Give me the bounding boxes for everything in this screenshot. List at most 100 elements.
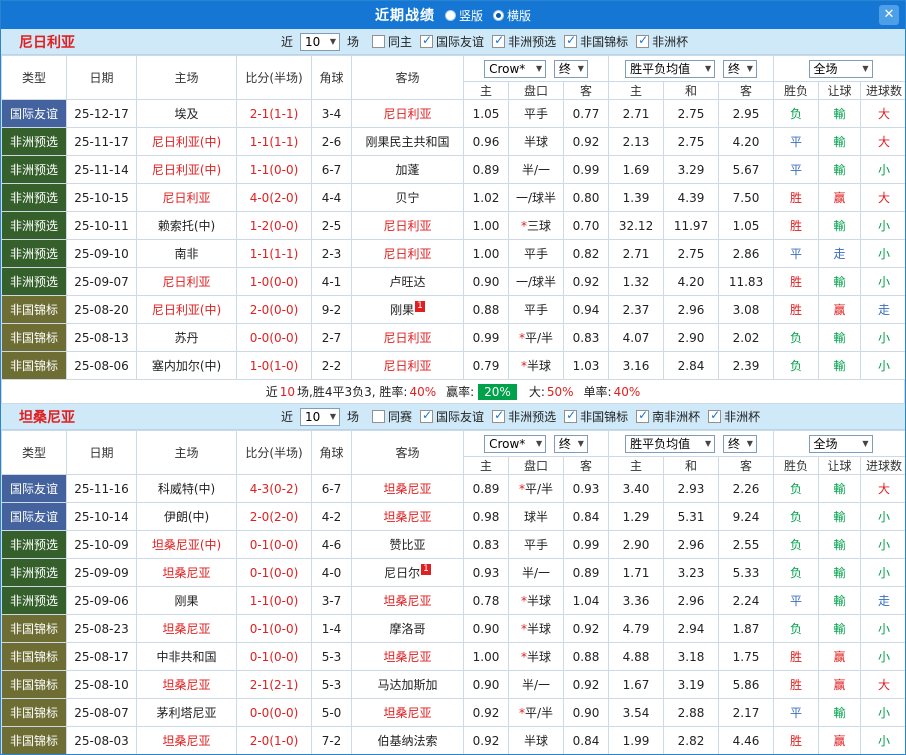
odds-home: 2.13 bbox=[608, 127, 665, 156]
match-type: 非洲预选 bbox=[1, 239, 67, 268]
checkbox-label: 国际友谊 bbox=[436, 35, 485, 49]
result: 胜 bbox=[773, 267, 820, 296]
layout-radio-vertical[interactable]: 竖版 bbox=[444, 7, 483, 24]
home-team: 坦桑尼亚 bbox=[136, 614, 237, 643]
checkbox-unchecked-icon bbox=[372, 35, 386, 48]
filter-checkbox[interactable]: 同赛 bbox=[372, 408, 412, 425]
match-type: 非国锦标 bbox=[1, 698, 67, 727]
dialog-title: 近期战绩 bbox=[374, 8, 435, 24]
odds-away: 2.24 bbox=[718, 586, 775, 615]
handicap-home-odds: 0.90 bbox=[463, 614, 509, 643]
corners: 2-7 bbox=[311, 323, 352, 352]
filter-checkbox[interactable]: 国际友谊 bbox=[420, 33, 484, 50]
corners: 4-4 bbox=[311, 183, 352, 212]
result: 负 bbox=[773, 99, 820, 128]
handicap-away-odds: 1.03 bbox=[562, 351, 610, 380]
odds-home: 4.88 bbox=[608, 642, 665, 671]
result: 胜 bbox=[773, 670, 820, 699]
filter-checkbox[interactable]: 南非洲杯 bbox=[636, 408, 700, 425]
odds-away: 2.86 bbox=[718, 239, 775, 268]
handicap-home-odds: 1.05 bbox=[463, 99, 509, 128]
handicap-home-odds: 0.90 bbox=[463, 267, 509, 296]
scope-select[interactable]: 全场 ▼ bbox=[808, 434, 873, 453]
handicap-away-odds: 0.99 bbox=[562, 155, 610, 184]
odds-time-select[interactable]: 终 ▼ bbox=[722, 434, 757, 453]
odds-draw: 2.75 bbox=[663, 127, 720, 156]
odds-away: 2.26 bbox=[718, 474, 775, 503]
filter-checkbox[interactable]: 国际友谊 bbox=[420, 408, 484, 425]
corners: 6-7 bbox=[311, 474, 352, 503]
checkbox-checked-icon bbox=[708, 409, 722, 423]
home-team: 塞内加尔(中) bbox=[136, 351, 237, 380]
handicap-away-odds: 0.83 bbox=[562, 323, 610, 352]
col-goals-result: 进球数 bbox=[860, 81, 905, 100]
handicap-away-odds: 1.04 bbox=[562, 586, 610, 615]
handicap-line: 平手 bbox=[508, 295, 564, 324]
odds-away: 5.33 bbox=[718, 558, 775, 587]
odds-type-select[interactable]: 胜平负均值 ▼ bbox=[625, 434, 716, 453]
checkbox-label: 非国锦标 bbox=[580, 35, 629, 49]
match-date: 25-08-10 bbox=[66, 670, 137, 699]
odds-type-select[interactable]: 胜平负均值 ▼ bbox=[625, 59, 716, 78]
match-date: 25-08-06 bbox=[66, 351, 137, 380]
handicap-time-select[interactable]: 终 ▼ bbox=[553, 59, 588, 78]
score: 0-1(0-0) bbox=[236, 614, 312, 643]
close-button[interactable]: ✕ bbox=[879, 5, 899, 25]
col-handicap-away: 客 bbox=[562, 81, 610, 100]
red-card-badge: 1 bbox=[421, 564, 431, 575]
unit-label: 场 bbox=[347, 410, 360, 424]
match-count-select[interactable]: 10 ▼ bbox=[300, 407, 341, 426]
result: 负 bbox=[773, 614, 820, 643]
handicap-line: 球半 bbox=[508, 502, 564, 531]
handicap-line: 一/球半 bbox=[508, 183, 564, 212]
handicap-line: 半/一 bbox=[508, 558, 564, 587]
col-handicap-line: 盘口 bbox=[508, 81, 564, 100]
near-label: 近 bbox=[281, 410, 294, 424]
match-type: 非洲预选 bbox=[1, 558, 67, 587]
filter-checkbox[interactable]: 非洲预选 bbox=[492, 33, 556, 50]
summary-text: 单率: bbox=[583, 385, 612, 399]
odds-draw: 4.39 bbox=[663, 183, 720, 212]
scope-select[interactable]: 全场 ▼ bbox=[808, 59, 873, 78]
odds-home: 32.12 bbox=[608, 211, 665, 240]
chevron-down-icon: ▼ bbox=[746, 64, 753, 73]
match-type: 非洲预选 bbox=[1, 127, 67, 156]
match-row: 非国锦标 25-08-06 塞内加尔(中) 1-0(1-0) 2-2 尼日利亚 0.79 *半… bbox=[1, 351, 905, 380]
goals-result: 小 bbox=[860, 698, 905, 727]
filter-checkbox[interactable]: 同主 bbox=[372, 33, 412, 50]
match-row: 国际友谊 25-10-14 伊朗(中) 2-0(2-0) 4-2 坦桑尼亚 0.98 球半 0.… bbox=[1, 502, 905, 531]
goals-result: 小 bbox=[860, 530, 905, 559]
match-row: 非洲预选 25-09-06 刚果 1-1(0-0) 3-7 坦桑尼亚 0.78 *半球 1.04… bbox=[1, 586, 905, 615]
handicap-result: 輸 bbox=[818, 155, 862, 184]
handicap-group-header: Crow* ▼ 终 ▼ bbox=[462, 55, 610, 82]
match-type: 非洲预选 bbox=[1, 183, 67, 212]
odds-company-select[interactable]: Crow* ▼ bbox=[484, 434, 547, 453]
filter-checkbox[interactable]: 非洲杯 bbox=[708, 408, 760, 425]
filter-checkbox[interactable]: 非国锦标 bbox=[564, 33, 628, 50]
filter-checkbox[interactable]: 非国锦标 bbox=[564, 408, 628, 425]
layout-radio-horizontal[interactable]: 横版 bbox=[493, 7, 531, 24]
chevron-down-icon: ▼ bbox=[577, 439, 584, 448]
odds-company-select[interactable]: Crow* ▼ bbox=[484, 59, 547, 78]
match-count-select[interactable]: 10 ▼ bbox=[300, 32, 341, 51]
filter-checkbox[interactable]: 非洲预选 bbox=[492, 408, 556, 425]
handicap-time-select[interactable]: 终 ▼ bbox=[553, 434, 588, 453]
odds-home: 1.32 bbox=[608, 267, 665, 296]
home-team: 尼日利亚(中) bbox=[136, 127, 237, 156]
filter-checkbox[interactable]: 非洲杯 bbox=[636, 33, 688, 50]
away-team: 坦桑尼亚 bbox=[351, 586, 464, 615]
away-team: 坦桑尼亚 bbox=[351, 502, 464, 531]
handicap-away-odds: 0.84 bbox=[562, 726, 610, 754]
away-team: 坦桑尼亚 bbox=[351, 642, 464, 671]
handicap-away-odds: 0.82 bbox=[562, 239, 610, 268]
handicap-result: 輸 bbox=[818, 698, 862, 727]
score: 1-2(0-0) bbox=[236, 211, 312, 240]
corners: 5-3 bbox=[311, 670, 352, 699]
odds-away: 4.20 bbox=[718, 127, 775, 156]
odds-group-header: 胜平负均值 ▼ 终 ▼ bbox=[608, 55, 775, 82]
corners: 5-3 bbox=[311, 642, 352, 671]
match-type: 非国锦标 bbox=[1, 351, 67, 380]
odds-time-select[interactable]: 终 ▼ bbox=[722, 59, 757, 78]
goals-result: 小 bbox=[860, 239, 905, 268]
col-odds-away: 客 bbox=[718, 456, 775, 475]
